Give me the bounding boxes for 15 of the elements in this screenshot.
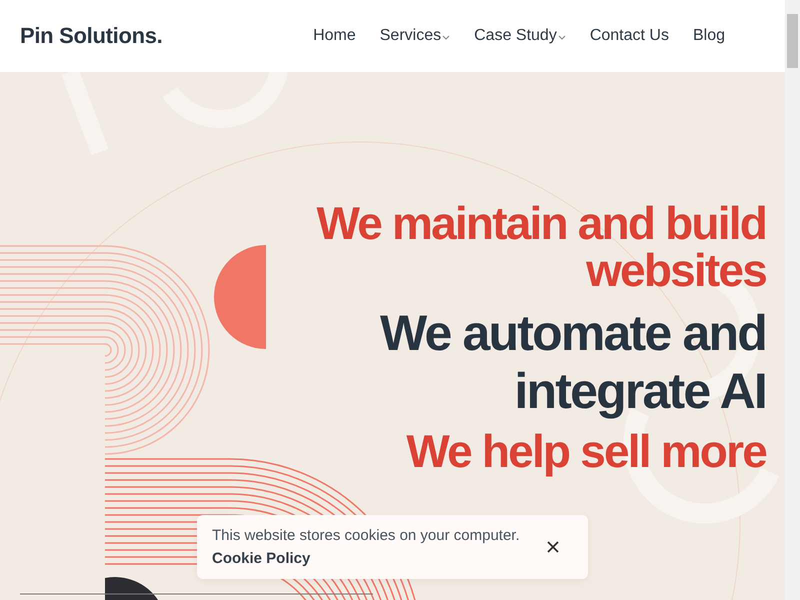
brand-logo[interactable]: Pin Solutions. [20, 23, 162, 49]
hero-headline: We help sell more [405, 428, 766, 475]
caret-icon [442, 35, 450, 41]
hero-headline: We maintain and build websites [316, 200, 766, 294]
hero-headline: We automate and integrate AI [378, 304, 766, 420]
caret-icon [558, 35, 566, 41]
nav-link[interactable]: Case Study [462, 27, 578, 45]
nav-link[interactable]: Blog [680, 27, 737, 45]
close-icon [547, 541, 559, 553]
scrollbar[interactable] [785, 0, 800, 600]
cookie-message: This website stores cookies on your computer. [212, 527, 520, 544]
nav-link[interactable]: Contact Us [578, 27, 681, 45]
nav-link[interactable]: Home [301, 27, 368, 45]
nav-link[interactable]: Services [368, 27, 462, 45]
cookie-policy-link[interactable]: Cookie Policy [212, 550, 520, 567]
